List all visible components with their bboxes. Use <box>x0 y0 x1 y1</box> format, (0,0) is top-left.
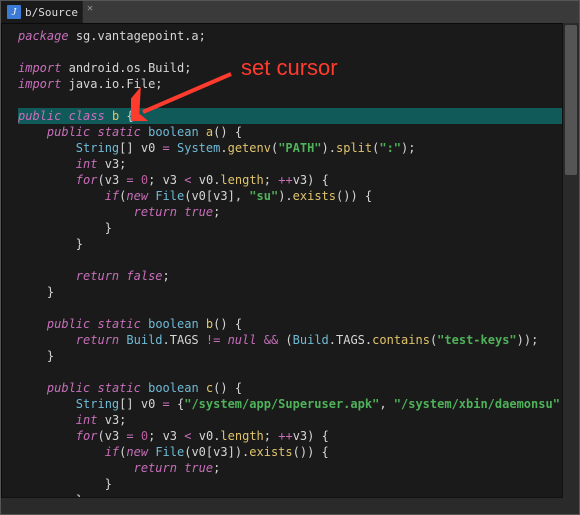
vertical-scrollbar[interactable] <box>562 23 579 498</box>
editor-window: J b/Source ✕ package sg.vantagepoint.a; … <box>0 0 580 515</box>
tab-title: b/Source <box>25 6 78 19</box>
source-code[interactable]: package sg.vantagepoint.a; import androi… <box>2 24 579 514</box>
vertical-scrollbar-thumb[interactable] <box>565 25 577 175</box>
tab-bar: J b/Source ✕ <box>1 1 579 24</box>
cursor-line[interactable]: public class b { <box>18 108 579 124</box>
scrollbar-corner <box>563 498 579 514</box>
java-file-icon: J <box>7 5 21 19</box>
code-editor[interactable]: package sg.vantagepoint.a; import androi… <box>1 23 579 514</box>
close-tab-icon[interactable]: ✕ <box>83 1 97 15</box>
horizontal-scrollbar[interactable] <box>1 497 563 514</box>
file-tab[interactable]: J b/Source <box>1 1 83 23</box>
